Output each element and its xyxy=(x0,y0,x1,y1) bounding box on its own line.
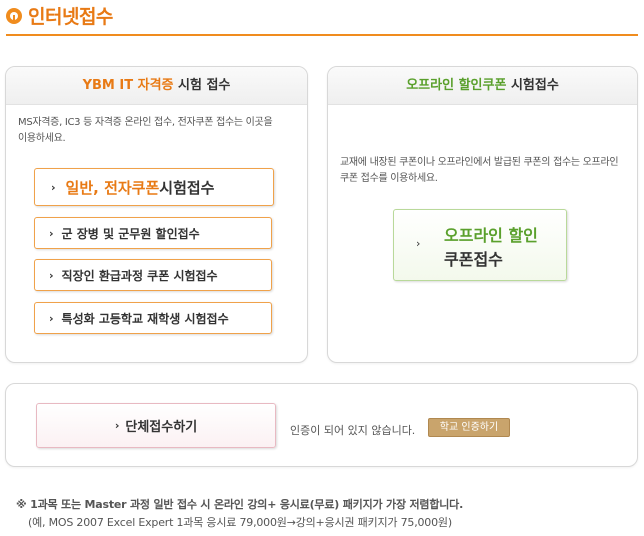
chevron-right-icon: › xyxy=(49,268,54,282)
circle-bullet-icon xyxy=(6,8,22,24)
ybm-panel-title-highlight: YBM IT 자격증 xyxy=(82,78,174,93)
offline-coupon-label-line1: 오프라인 할인 xyxy=(444,226,538,245)
ybm-panel-title-rest: 시험 접수 xyxy=(173,78,231,93)
offline-panel-title-highlight: 오프라인 할인쿠폰 xyxy=(406,78,507,93)
chevron-right-icon: › xyxy=(49,226,54,240)
group-registration-label: 단체접수하기 xyxy=(125,420,198,435)
worker-refund-coupon-label: 직장인 환급과정 쿠폰 시험접수 xyxy=(61,268,218,283)
page-header: 인터넷접수 xyxy=(6,0,638,36)
chevron-right-icon: › xyxy=(416,237,421,250)
notes: ※ 1과목 또는 Master 과정 일반 접수 시 온라인 강의+ 응시료(무… xyxy=(16,496,636,532)
offline-coupon-exam-button[interactable]: › 오프라인 할인 쿠폰접수 xyxy=(393,209,567,281)
chevron-right-icon: › xyxy=(51,180,56,194)
general-ecoupon-label-rest: 시험접수 xyxy=(159,178,215,197)
vocational-student-label: 특성화 고등학교 재학생 시험접수 xyxy=(61,311,229,326)
general-ecoupon-exam-button[interactable]: › 일반, 전자쿠폰 시험접수 xyxy=(34,168,274,206)
note-line-2: (예, MOS 2007 Excel Expert 1과목 응시료 79,000… xyxy=(28,516,452,529)
group-registration-button[interactable]: › 단체접수하기 xyxy=(36,403,276,448)
page-title: 인터넷접수 xyxy=(28,6,113,28)
worker-refund-coupon-button[interactable]: › 직장인 환급과정 쿠폰 시험접수 xyxy=(34,259,272,291)
military-discount-button[interactable]: › 군 장병 및 군무원 할인접수 xyxy=(34,217,272,249)
offline-panel-title-rest: 시험접수 xyxy=(506,78,559,93)
chevron-right-icon: › xyxy=(49,311,54,325)
group-registration-panel: › 단체접수하기 인증이 되어 있지 않습니다. 학교 인증하기 xyxy=(5,383,638,467)
ybm-panel-description: MS자격증, IC3 등 자격증 온라인 접수, 전자쿠폰 접수는 이곳을 이용… xyxy=(18,117,273,144)
offline-panel-title: 오프라인 할인쿠폰 시험접수 xyxy=(328,67,637,105)
ybm-panel-title: YBM IT 자격증 시험 접수 xyxy=(6,67,307,105)
general-ecoupon-label-highlight: 일반, 전자쿠폰 xyxy=(65,178,160,197)
school-auth-button[interactable]: 학교 인증하기 xyxy=(428,418,510,437)
note-line-1: ※ 1과목 또는 Master 과정 일반 접수 시 온라인 강의+ 응시료(무… xyxy=(16,498,464,511)
chevron-right-icon: › xyxy=(114,419,120,432)
offline-coupon-panel: 오프라인 할인쿠폰 시험접수 교재에 내장된 쿠폰이나 오프라인에서 발급된 쿠… xyxy=(327,66,638,363)
auth-status-text: 인증이 되어 있지 않습니다. xyxy=(290,424,416,437)
military-discount-label: 군 장병 및 군무원 할인접수 xyxy=(61,226,200,241)
offline-coupon-label-line2: 쿠폰접수 xyxy=(444,250,503,269)
ybm-exam-panel: YBM IT 자격증 시험 접수 MS자격증, IC3 등 자격증 온라인 접수… xyxy=(5,66,308,363)
vocational-student-button[interactable]: › 특성화 고등학교 재학생 시험접수 xyxy=(34,302,272,334)
offline-panel-description: 교재에 내장된 쿠폰이나 오프라인에서 발급된 쿠폰의 접수는 오프라인 쿠폰 … xyxy=(340,157,619,184)
